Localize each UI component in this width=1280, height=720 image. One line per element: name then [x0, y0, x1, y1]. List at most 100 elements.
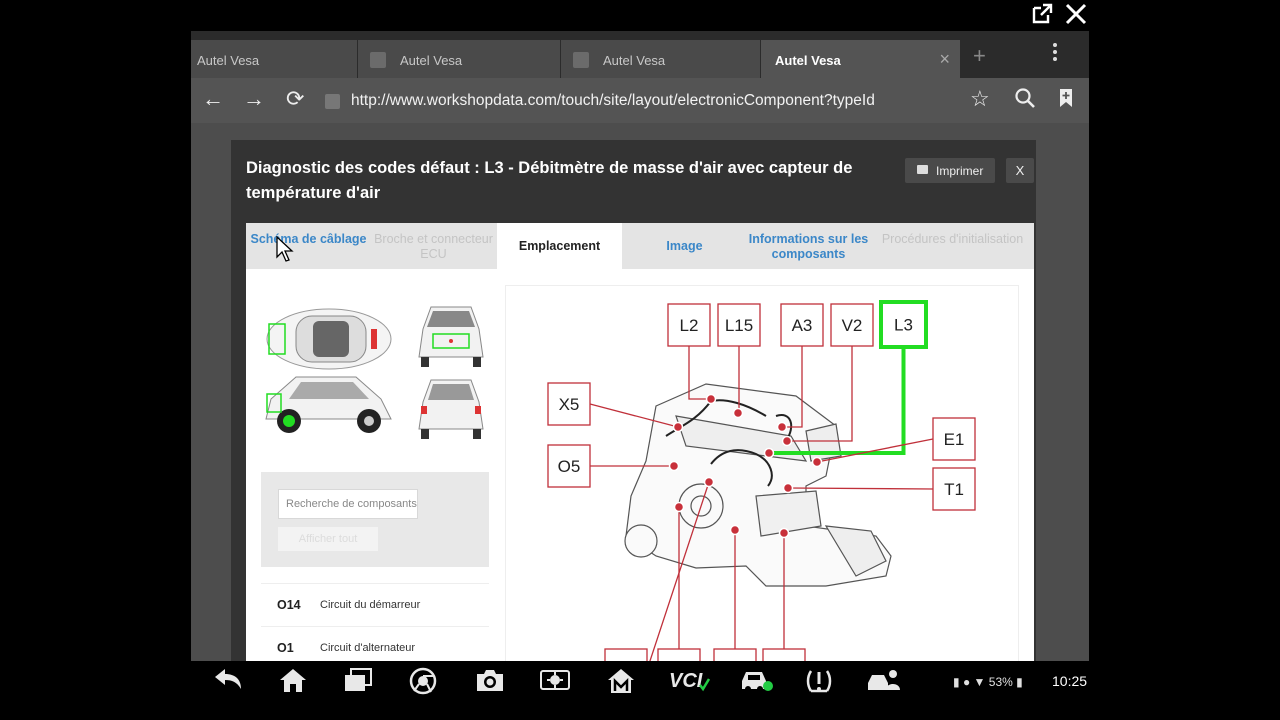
tab-label: Autel Vesa [603, 53, 666, 68]
component-pin [729, 524, 741, 536]
mouse-cursor [276, 235, 294, 267]
printer-icon [917, 165, 928, 174]
callout-label: L3 [894, 316, 913, 335]
dtc-dialog: Diagnostic des codes défaut : L3 - Débit… [231, 140, 1036, 664]
tab-component-info[interactable]: Informations sur les composants [746, 223, 871, 269]
svg-text:VCI: VCI [669, 670, 703, 692]
print-label: Imprimer [936, 164, 984, 178]
component-pin [668, 460, 680, 472]
browser-tab-2[interactable]: Autel Vesa [358, 40, 561, 78]
status-area: ▮ ● ▼ 53% ▮ [953, 675, 1023, 689]
forward-icon[interactable]: → [243, 87, 265, 111]
component-search-input[interactable]: Recherche de composants [278, 489, 418, 519]
close-icon[interactable] [1064, 2, 1088, 31]
car-rear-view[interactable] [411, 374, 491, 444]
component-search: Recherche de composants Afficher tout [261, 472, 489, 567]
callout-label: T1 [944, 480, 964, 499]
back-icon[interactable]: ← [202, 87, 224, 111]
tab-close-icon[interactable]: × [939, 49, 950, 70]
remote-support-icon[interactable] [866, 667, 902, 699]
component-pin [778, 527, 790, 539]
callout-label: O5 [558, 457, 581, 476]
battery-percentage: 53% [988, 675, 1013, 689]
camera-icon[interactable] [474, 667, 506, 699]
browser-window: Autel Vesa Autel Vesa Autel Vesa Autel V… [191, 31, 1089, 704]
dtc-list-item[interactable]: O1 Circuit d'alternateur [261, 626, 489, 664]
reload-icon[interactable]: ⟳ [286, 87, 304, 111]
dtc-description: Circuit du démarreur [320, 599, 421, 611]
component-pin [811, 456, 823, 468]
tab-image[interactable]: Image [622, 223, 747, 269]
location-panel: Recherche de composants Afficher tout O1… [246, 269, 1034, 664]
tab-strip: Autel Vesa Autel Vesa Autel Vesa Autel V… [191, 31, 1089, 78]
browser-tab-3[interactable]: Autel Vesa [561, 40, 761, 78]
vci-icon[interactable]: VCI [669, 667, 711, 699]
wifi-icon: ▼ [973, 675, 986, 689]
browser-toolbar: ← → ⟳ http://www.workshopdata.com/touch/… [191, 78, 1089, 123]
web-content: Diagnostic des codes défaut : L3 - Débit… [191, 123, 1089, 664]
new-tab-icon[interactable]: + [973, 43, 986, 69]
component-pin [763, 447, 775, 459]
popout-icon[interactable] [1030, 2, 1054, 31]
callout-label: X5 [559, 395, 580, 414]
star-icon[interactable]: ☆ [970, 87, 990, 111]
favicon-icon [573, 52, 589, 68]
tab-label: Autel Vesa [775, 53, 841, 68]
engine-diagram: L2L15A3V2L3X5O5E1T1O2O1O14X1 [547, 300, 976, 664]
favicon-icon [370, 52, 386, 68]
home-icon[interactable] [278, 667, 308, 699]
component-pin [703, 476, 715, 488]
url-text[interactable]: http://www.workshopdata.com/touch/site/l… [351, 92, 961, 110]
callout-label: L2 [680, 316, 699, 335]
back-icon[interactable] [213, 667, 243, 699]
engine-illustration [624, 383, 892, 587]
component-pin [672, 421, 684, 433]
dtc-description: Circuit d'alternateur [320, 642, 416, 654]
vehicle-diagnostics-icon[interactable] [739, 667, 773, 699]
car-top-view[interactable] [261, 304, 396, 374]
clock: 10:25 [1052, 673, 1088, 689]
tab-label: Autel Vesa [197, 53, 260, 68]
component-pin [673, 501, 685, 513]
dialog-title: Diagnostic des codes défaut : L3 - Débit… [246, 159, 853, 202]
callout-label: L15 [725, 316, 753, 335]
browser-tab-4-active[interactable]: Autel Vesa × [761, 40, 961, 78]
component-pin [705, 393, 717, 405]
dialog-close-button[interactable]: X [1006, 158, 1034, 183]
tab-label: Autel Vesa [400, 53, 463, 68]
tab-ecu-pins: Broche et connecteur ECU [374, 232, 493, 261]
page-info-icon[interactable] [325, 94, 340, 109]
component-pin [781, 435, 793, 447]
dtc-code: O14 [277, 598, 301, 612]
battery-icon: ▮ [1016, 675, 1023, 689]
callout-label: A3 [792, 316, 813, 335]
dtc-code: O1 [277, 641, 294, 655]
address-bar[interactable]: http://www.workshopdata.com/touch/site/l… [321, 86, 966, 116]
bookmark-icon[interactable] [1058, 87, 1074, 114]
maxifix-icon[interactable] [606, 667, 636, 701]
notification-icon: ● [962, 675, 971, 689]
callout-label: V2 [842, 316, 863, 335]
tab-wiring-diagram[interactable]: Schéma de câblage [246, 223, 371, 269]
chat-icon: ▮ [953, 675, 960, 689]
search-icon[interactable] [1014, 87, 1036, 114]
dtc-list-item[interactable]: O14 Circuit du démarreur [261, 583, 489, 624]
component-location-diagram: L2L15A3V2L3X5O5E1T1O2O1O14X1 [505, 285, 1019, 664]
brightness-icon[interactable] [539, 667, 571, 699]
system-navigation-bar: VCI ▮ ● ▼ 53% ▮ 10:25 [191, 661, 1089, 704]
show-all-button[interactable]: Afficher tout [278, 527, 378, 551]
tab-init-procedures: Procédures d'initialisation [881, 232, 1024, 246]
browser-tab-1[interactable]: Autel Vesa [191, 40, 358, 78]
component-pin [782, 482, 794, 494]
component-pin [776, 421, 788, 433]
chrome-icon[interactable] [409, 667, 437, 701]
car-front-view[interactable] [411, 299, 491, 374]
callout-label: E1 [944, 430, 965, 449]
tab-location[interactable]: Emplacement [497, 223, 622, 269]
print-button[interactable]: Imprimer [905, 158, 995, 183]
recent-apps-icon[interactable] [343, 667, 373, 699]
overflow-menu-icon[interactable] [1053, 43, 1059, 64]
tpms-icon[interactable] [805, 667, 833, 701]
dialog-tabs: Schéma de câblage Broche et connecteur E… [246, 223, 1034, 269]
car-side-view[interactable] [261, 369, 396, 444]
